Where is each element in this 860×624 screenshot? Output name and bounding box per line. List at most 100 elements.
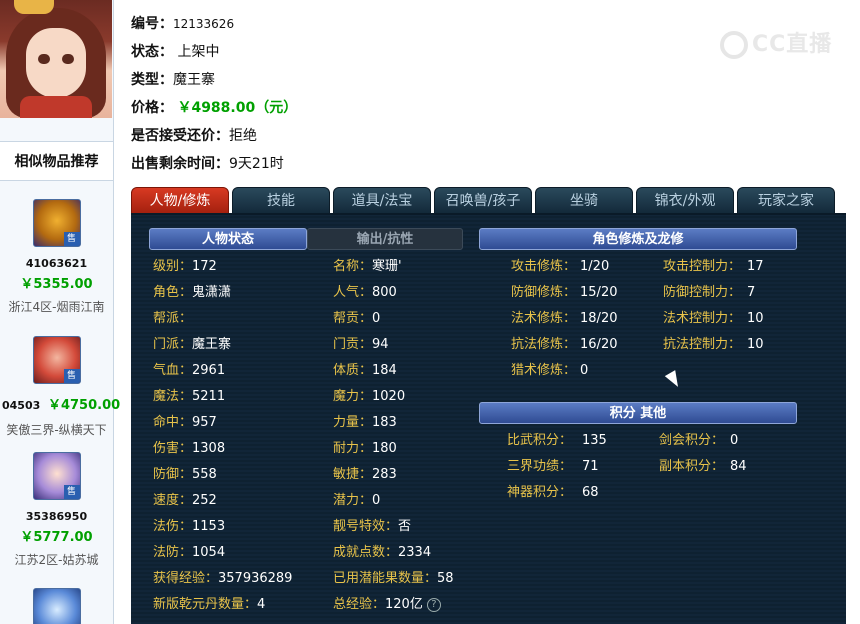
help-icon[interactable]: ? — [426, 597, 441, 612]
field-value: 15/20 — [580, 285, 618, 300]
field-label: 人气： — [333, 285, 373, 300]
score-dungeon: 副本积分： 84 — [659, 456, 747, 478]
stat-magic-damage: 法伤：1153 — [153, 516, 225, 538]
recommendation-thumbnail[interactable]: 售 — [32, 452, 81, 500]
stat-speed: 速度：252 — [153, 490, 217, 512]
tab-pets[interactable]: 召唤兽/孩子 — [434, 187, 532, 214]
tab-skills[interactable]: 技能 — [232, 187, 330, 214]
sale-badge: 售 — [63, 232, 80, 246]
tab-items[interactable]: 道具/法宝 — [333, 187, 431, 214]
stat-role: 角色：鬼潇潇 — [153, 282, 231, 304]
recommendation-price: ￥4750.00 — [47, 398, 121, 413]
score-sword: 剑会积分： 0 — [659, 430, 738, 452]
recommendation-id: 41063621 — [25, 257, 88, 270]
stat-constitution: 体质：184 — [333, 360, 397, 382]
tab-outfits[interactable]: 锦衣/外观 — [636, 187, 734, 214]
cult-defense: 防御修炼： 15/20 — [511, 282, 617, 304]
recommendation-server: 江苏2区-姑苏城 — [14, 553, 99, 567]
field-value: 558 — [192, 467, 217, 482]
field-value: 18/20 — [580, 311, 618, 326]
item-bargain-row: 是否接受还价：拒绝 — [131, 124, 297, 152]
field-value: 180 — [372, 441, 397, 456]
field-value: 0 — [372, 311, 381, 326]
ctrl-magic: 法术控制力： 10 — [663, 308, 764, 330]
recommendation-server: 浙江4区-烟雨江南 — [8, 300, 105, 314]
tab-home[interactable]: 玩家之家 — [737, 187, 835, 214]
recommendation-id: 35386950 — [25, 510, 88, 523]
field-value: 5211 — [192, 389, 226, 404]
left-sidebar: 相似物品推荐 售 41063621 ￥5355.00 浙江4区-烟雨江南 售 0… — [0, 0, 120, 624]
field-value: 68 — [582, 485, 599, 500]
field-value: 357936289 — [218, 571, 293, 586]
field-label: 速度： — [153, 493, 193, 508]
field-value: 7 — [747, 285, 756, 300]
item-status: 上架中 — [177, 44, 220, 60]
recommendation-item[interactable]: 售 04503 ￥4750.00 笑傲三界-纵横天下 — [0, 336, 120, 438]
field-value: 135 — [582, 433, 607, 448]
field-value: 4 — [257, 597, 266, 612]
field-value: 800 — [372, 285, 397, 300]
cultivation-header: 角色修炼及龙修 — [479, 228, 797, 250]
field-label: 名称： — [333, 259, 373, 274]
ctrl-resist: 抗法控制力： 10 — [663, 334, 764, 356]
ctrl-defense: 防御控制力： 7 — [663, 282, 755, 304]
stat-mp: 魔法：5211 — [153, 386, 225, 408]
field-value: 否 — [398, 519, 412, 534]
stat-qianyuan: 新版乾元丹数量：4 — [153, 594, 265, 616]
field-label: 法术控制力： — [663, 311, 742, 326]
field-label: 魔法： — [153, 389, 193, 404]
cult-hunting: 猎术修炼： 0 — [511, 360, 588, 382]
similar-items-title: 相似物品推荐 — [0, 141, 113, 181]
ctrl-attack: 攻击控制力： 17 — [663, 256, 764, 278]
field-label: 魔力： — [333, 389, 373, 404]
field-value: 2334 — [398, 545, 432, 560]
item-price: ￥4988.00（元） — [177, 100, 298, 116]
stat-exp: 获得经验：357936289 — [153, 568, 292, 590]
stat-total-exp: 总经验：120亿? — [333, 594, 441, 616]
recommendation-thumbnail[interactable] — [32, 588, 81, 624]
field-value: 252 — [192, 493, 217, 508]
field-label: 法术修炼： — [511, 311, 577, 326]
stream-watermark: CC直播 — [720, 30, 832, 60]
character-panel: 人物状态 输出/抗性 角色修炼及龙修 积分 其他 级别：172 角色：鬼潇潇 帮… — [131, 213, 846, 624]
page-root: { "item": { "id_label": "编号：", "id": "12… — [0, 0, 860, 624]
field-value: 17 — [747, 259, 764, 274]
field-value: 71 — [582, 459, 599, 474]
field-label: 已用潜能果数量： — [333, 571, 438, 586]
field-value: 鬼潇潇 — [192, 285, 232, 300]
recommendation-item[interactable]: 售 35386950 ￥5777.00 江苏2区-姑苏城 — [0, 452, 113, 568]
field-label: 耐力： — [333, 441, 373, 456]
sale-badge: 售 — [63, 485, 80, 499]
subtab-status[interactable]: 人物状态 — [149, 228, 307, 250]
item-status-row: 状态： 上架中 — [131, 40, 297, 68]
recommendation-item[interactable]: 售 41063621 ￥5355.00 浙江4区-烟雨江南 — [0, 199, 113, 315]
field-value: 10 — [747, 337, 764, 352]
subtab-output[interactable]: 输出/抗性 — [307, 228, 463, 250]
score-header: 积分 其他 — [479, 402, 797, 424]
field-value: 94 — [372, 337, 389, 352]
tab-mounts[interactable]: 坐骑 — [535, 187, 633, 214]
stat-defense: 防御：558 — [153, 464, 217, 486]
field-label: 状态： — [131, 44, 173, 60]
field-label: 防御控制力： — [663, 285, 742, 300]
field-label: 成就点数： — [333, 545, 399, 560]
stat-vip-number: 靓号特效：否 — [333, 516, 411, 538]
tab-character[interactable]: 人物/修炼 — [131, 187, 229, 214]
field-value: 魔王寨 — [192, 337, 232, 352]
recommendation-thumbnail[interactable]: 售 — [32, 199, 81, 247]
cc-logo-icon — [720, 31, 748, 59]
field-label: 类型： — [131, 72, 173, 88]
recommendation-item[interactable] — [0, 588, 113, 624]
field-label: 法伤： — [153, 519, 193, 534]
item-bargain: 拒绝 — [229, 128, 257, 144]
field-label: 敏捷： — [333, 467, 373, 482]
stat-magic: 魔力：1020 — [333, 386, 405, 408]
field-label: 比武积分： — [507, 433, 573, 448]
stat-guild-contrib: 帮贡：0 — [333, 308, 380, 330]
field-label: 门派： — [153, 337, 193, 352]
field-label: 级别： — [153, 259, 193, 274]
recommendation-thumbnail[interactable]: 售 — [32, 336, 81, 384]
item-id: 12133626 — [173, 17, 235, 31]
field-label: 气血： — [153, 363, 193, 378]
score-merit: 三界功绩： 71 — [507, 456, 599, 478]
